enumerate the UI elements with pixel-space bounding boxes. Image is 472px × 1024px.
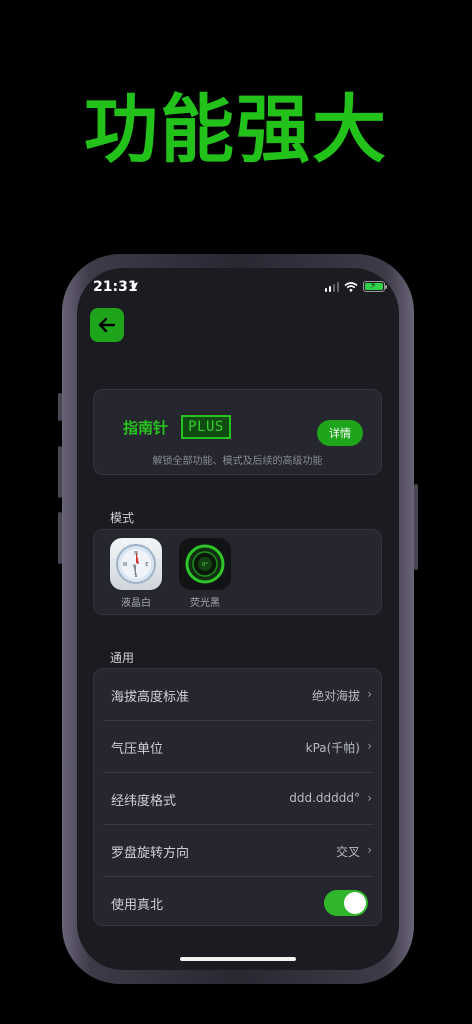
mode-label-black: 荧光黑 <box>190 598 220 609</box>
svg-text:E: E <box>145 562 148 568</box>
setting-label: 使用真北 <box>111 898 164 913</box>
setting-value: 绝对海拔 <box>311 689 360 703</box>
white-compass-icon: N W E S <box>110 538 162 590</box>
details-button[interactable]: 详情 <box>317 420 363 446</box>
plus-card-title: 指南针 <box>123 419 169 437</box>
setting-row-altitude-standard[interactable]: 海拔高度标准 绝对海拔 › <box>103 669 374 721</box>
status-bar: 21:31 ⚡ <box>77 268 399 308</box>
setting-label: 经纬度格式 <box>111 794 177 809</box>
mode-section-label: 模式 <box>110 511 135 525</box>
chevron-right-icon: › <box>367 687 372 701</box>
location-arrow-icon <box>130 282 138 290</box>
general-settings-card: 海拔高度标准 绝对海拔 › 气压单位 kPa(千帕) › 经纬度格式 ddd.d… <box>93 668 382 926</box>
svg-text:0°: 0° <box>202 562 208 568</box>
chevron-right-icon: › <box>367 739 372 753</box>
toggle-knob <box>344 892 366 914</box>
general-section-label: 通用 <box>110 651 135 665</box>
setting-row-true-north: 使用真北 <box>103 877 374 929</box>
setting-label: 罗盘旋转方向 <box>111 846 190 861</box>
setting-label: 气压单位 <box>111 742 164 757</box>
back-button[interactable] <box>90 308 124 342</box>
wifi-icon <box>344 281 358 292</box>
plus-card-subtitle: 解锁全部功能、模式及后续的高级功能 <box>152 456 323 467</box>
setting-row-coordinate-format[interactable]: 经纬度格式 ddd.ddddd° › <box>103 773 374 825</box>
mode-item-white[interactable]: N W E S 液晶白 <box>109 538 163 609</box>
plus-upgrade-card: 指南针 PLUS 详情 解锁全部功能、模式及后续的高级功能 <box>93 389 382 475</box>
volume-down-button <box>58 512 62 564</box>
volume-up-button <box>58 446 62 498</box>
black-compass-icon: 0° <box>179 538 231 590</box>
headline: 功能强大 <box>84 87 388 173</box>
mode-card: N W E S 液晶白 0° 荧光黑 <box>93 529 382 615</box>
mode-item-black[interactable]: 0° 荧光黑 <box>178 538 232 609</box>
chevron-right-icon: › <box>367 843 372 857</box>
true-north-toggle[interactable] <box>324 890 368 916</box>
phone-screen: 21:31 ⚡ 指南针 PLUS 详情 解锁全部功能、模式及后续的高级功能 模式… <box>77 268 399 970</box>
mute-switch <box>58 393 62 421</box>
svg-text:S: S <box>134 573 137 579</box>
cellular-signal-icon <box>324 281 339 292</box>
svg-text:N: N <box>134 551 138 557</box>
chevron-right-icon: › <box>367 791 372 805</box>
setting-value: ddd.ddddd° <box>289 791 360 805</box>
mode-label-white: 液晶白 <box>121 598 151 609</box>
plus-badge: PLUS <box>181 415 231 439</box>
svg-text:W: W <box>123 562 128 568</box>
setting-label: 海拔高度标准 <box>111 690 190 705</box>
setting-value: 交叉 <box>335 845 360 859</box>
battery-charging-icon: ⚡ <box>363 281 387 292</box>
power-button <box>414 484 418 570</box>
home-indicator <box>180 957 296 961</box>
arrow-left-icon <box>98 317 116 333</box>
setting-value: kPa(千帕) <box>305 741 360 755</box>
setting-row-pressure-unit[interactable]: 气压单位 kPa(千帕) › <box>103 721 374 773</box>
setting-row-rotation-direction[interactable]: 罗盘旋转方向 交叉 › <box>103 825 374 877</box>
